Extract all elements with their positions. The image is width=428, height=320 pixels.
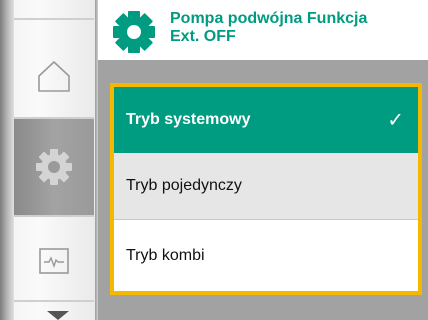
- rail-divider: [14, 300, 94, 302]
- settings-gear-icon: [36, 149, 72, 185]
- nav-item-diagnostics[interactable]: [14, 228, 94, 294]
- option-menu: Tryb systemowy ✓ Tryb pojedynczy Tryb ko…: [110, 83, 422, 295]
- chevron-down-icon[interactable]: [47, 311, 69, 320]
- page-title: Pompa podwójna Funkcja Ext. OFF: [170, 10, 420, 46]
- gear-icon: [113, 11, 155, 53]
- title-line-1: Pompa podwójna Funkcja: [170, 10, 368, 27]
- rail-divider: [14, 215, 94, 217]
- checkmark-icon: ✓: [387, 109, 404, 132]
- option-label: Tryb kombi: [126, 246, 205, 264]
- title-line-2: Ext. OFF: [170, 28, 236, 45]
- nav-item-home[interactable]: [14, 40, 94, 112]
- option-label: Tryb systemowy: [126, 111, 251, 128]
- header: Pompa podwójna Funkcja Ext. OFF: [98, 0, 428, 60]
- option-tryb-kombi[interactable]: Tryb kombi: [114, 220, 418, 291]
- rail-edge: [0, 0, 14, 320]
- home-icon: [38, 61, 70, 92]
- option-label: Tryb pojedynczy: [126, 177, 242, 194]
- navigation-rail: [0, 0, 98, 320]
- option-tryb-systemowy[interactable]: Tryb systemowy ✓: [114, 87, 418, 153]
- diagnostics-monitor-icon: [39, 248, 69, 274]
- rail-divider: [14, 18, 94, 20]
- nav-item-settings[interactable]: [14, 119, 94, 215]
- option-tryb-pojedynczy[interactable]: Tryb pojedynczy: [114, 153, 418, 219]
